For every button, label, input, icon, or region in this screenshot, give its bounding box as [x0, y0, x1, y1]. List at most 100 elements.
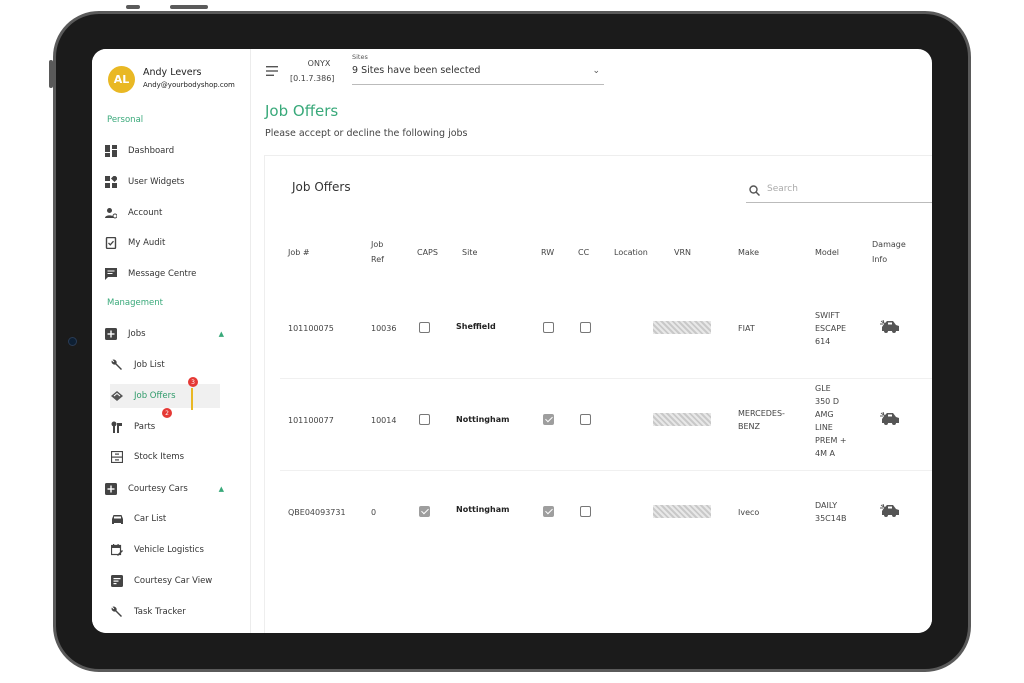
cell-model-line: 35C14B [815, 514, 847, 523]
sidebar-group-courtesy-cars[interactable]: Courtesy Cars ▲ [104, 477, 238, 501]
sites-select[interactable]: 9 Sites have been selected ⌄ [352, 65, 604, 85]
cell-job-no: 101100075 [288, 324, 334, 333]
cell-make-line: MERCEDES- [738, 409, 785, 418]
cell-make-line: Iveco [738, 508, 760, 517]
cell-model-line: PREM + [815, 436, 847, 445]
header-job-ref-line1[interactable]: Job [371, 237, 383, 252]
damage-info-icon[interactable] [880, 412, 900, 426]
cell-site: Sheffield [456, 322, 496, 331]
sidebar-item-parts[interactable]: Parts [110, 415, 220, 439]
cell-model-line: 4M A [815, 449, 836, 458]
caps-checkbox[interactable] [419, 322, 430, 333]
sidebar-item-label: Courtesy Car View [134, 576, 213, 586]
row-divider [280, 470, 932, 471]
account-icon [104, 206, 118, 220]
sidebar-item-courtesy-car-view[interactable]: Courtesy Car View [110, 569, 220, 593]
sidebar-item-car-list[interactable]: Car List [110, 507, 220, 531]
cell-model-line: ESCAPE [815, 324, 847, 333]
sidebar-item-label: Car List [134, 514, 167, 524]
cc-checkbox[interactable] [580, 322, 591, 333]
damage-info-icon[interactable] [880, 320, 900, 334]
header-vrn[interactable]: VRN [674, 245, 691, 260]
section-label-management: Management [107, 298, 163, 308]
search-icon [749, 185, 760, 196]
rw-checkbox[interactable] [543, 506, 554, 517]
cell-model-line: LINE [815, 423, 833, 432]
cell-model-line: AMG [815, 410, 834, 419]
app-name: ONYX [307, 59, 331, 68]
cell-site: Nottingham [456, 505, 510, 514]
tablet-camera [68, 337, 77, 346]
cc-checkbox[interactable] [580, 414, 591, 425]
vrn-redacted [653, 413, 711, 426]
cell-model-line: 350 D [815, 397, 839, 406]
header-damage-line2[interactable]: Info [872, 252, 887, 267]
job-offers-badge: 3 [188, 377, 198, 387]
dashboard-icon [104, 144, 118, 158]
sidebar-item-account[interactable]: Account [104, 201, 238, 225]
chevron-down-icon: ⌄ [592, 66, 600, 76]
cell-job-no: 101100077 [288, 416, 334, 425]
header-job-no[interactable]: Job # [288, 245, 310, 260]
header-cc[interactable]: CC [578, 245, 589, 260]
sidebar-item-label: Job Offers [134, 391, 176, 401]
sidebar-item-label: Job List [134, 360, 165, 370]
stock-icon [110, 450, 124, 464]
sidebar-item-vehicle-logistics[interactable]: Vehicle Logistics [110, 538, 220, 562]
row-divider [280, 378, 932, 379]
cell-model-line: SWIFT [815, 311, 840, 320]
cell-job-ref: 0 [371, 508, 377, 517]
chevron-up-icon[interactable]: ▲ [219, 330, 224, 338]
active-indicator [191, 388, 193, 410]
widgets-icon [104, 175, 118, 189]
sidebar-group-label: Courtesy Cars [128, 484, 188, 494]
menu-icon[interactable] [266, 66, 278, 76]
sites-value: 9 Sites have been selected [352, 65, 481, 76]
message-icon [104, 267, 118, 281]
sidebar-group-jobs[interactable]: Jobs ▲ [104, 322, 238, 346]
rw-checkbox[interactable] [543, 414, 554, 425]
card-title: Job Offers [292, 180, 351, 194]
sidebar-item-label: Task Tracker [134, 607, 186, 617]
header-damage-line1[interactable]: Damage [872, 237, 906, 252]
plus-box-icon [104, 327, 118, 341]
sidebar-item-label: Dashboard [128, 146, 175, 156]
sidebar-group-label: Jobs [128, 329, 146, 339]
page-subtitle: Please accept or decline the following j… [265, 128, 468, 139]
header-location[interactable]: Location [614, 245, 648, 260]
sidebar-item-dashboard[interactable]: Dashboard [104, 139, 238, 163]
sidebar-item-user-widgets[interactable]: User Widgets [104, 170, 238, 194]
caps-checkbox[interactable] [419, 414, 430, 425]
tablet-button [126, 5, 140, 9]
chevron-up-icon[interactable]: ▲ [219, 485, 224, 493]
search-input[interactable] [767, 184, 927, 194]
sidebar-item-label: Message Centre [128, 269, 197, 279]
cell-model-line: 614 [815, 337, 831, 346]
sidebar-item-job-list[interactable]: Job List [110, 353, 220, 377]
damage-info-icon[interactable] [880, 504, 900, 518]
sidebar-item-task-tracker[interactable]: Task Tracker [110, 600, 220, 624]
cell-job-ref: 10014 [371, 416, 397, 425]
header-make[interactable]: Make [738, 245, 759, 260]
caps-checkbox[interactable] [419, 506, 430, 517]
header-rw[interactable]: RW [541, 245, 554, 260]
sidebar-item-my-audit[interactable]: My Audit [104, 231, 238, 255]
rw-checkbox[interactable] [543, 322, 554, 333]
handshake-icon [110, 389, 124, 403]
sidebar-item-label: Stock Items [134, 452, 185, 462]
avatar[interactable]: AL [108, 66, 135, 93]
header-caps[interactable]: CAPS [417, 245, 438, 260]
header-model[interactable]: Model [815, 245, 839, 260]
sidebar-item-job-offers[interactable]: Job Offers [110, 384, 220, 408]
section-label-personal: Personal [107, 115, 144, 125]
cell-job-ref: 10036 [371, 324, 397, 333]
header-job-ref-line2[interactable]: Ref [371, 252, 384, 267]
sidebar-item-label: Parts [134, 422, 156, 432]
sidebar-item-message-centre[interactable]: Message Centre [104, 262, 238, 286]
sidebar-item-stock-items[interactable]: Stock Items [110, 445, 220, 469]
cc-checkbox[interactable] [580, 506, 591, 517]
top-bar: ONYX [0.1.7.386] Sites 9 Sites have been… [252, 49, 932, 93]
user-name: Andy Levers [143, 67, 202, 78]
sidebar-item-label: Account [128, 208, 163, 218]
header-site[interactable]: Site [462, 245, 477, 260]
